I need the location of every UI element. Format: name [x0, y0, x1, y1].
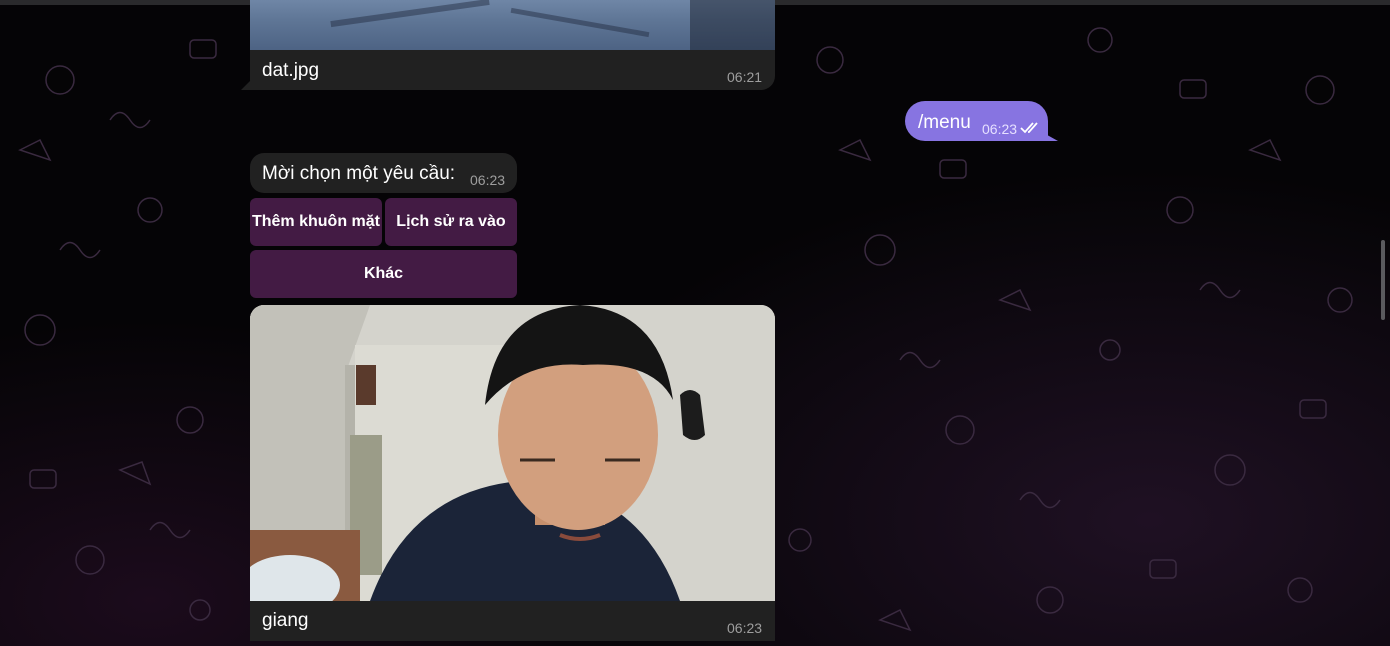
- photo-thumbnail[interactable]: [250, 305, 775, 601]
- message-time: 06:23: [470, 172, 506, 188]
- photo-caption-bubble: giang 06:23: [250, 601, 775, 641]
- incoming-bubble: Mời chọn một yêu cầu: 06:23: [250, 153, 517, 193]
- message-time: 06:21: [727, 69, 763, 85]
- double-check-icon: [1020, 122, 1038, 134]
- photo-caption: giang: [262, 610, 309, 631]
- message-time: 06:23: [982, 121, 1018, 137]
- photo-caption: dat.jpg: [262, 60, 320, 81]
- add-face-button[interactable]: Thêm khuôn mặt: [250, 198, 382, 246]
- message-text: /menu: [918, 112, 971, 133]
- message-time: 06:23: [727, 620, 763, 636]
- photo-caption-bubble: dat.jpg 06:21: [250, 50, 775, 90]
- photo-thumbnail[interactable]: [250, 0, 775, 50]
- outgoing-bubble: /menu 06:23: [905, 101, 1048, 141]
- scrollbar-thumb[interactable]: [1381, 240, 1385, 320]
- photo-detail: [690, 0, 775, 50]
- other-button[interactable]: Khác: [250, 250, 517, 298]
- bubble-tail: [241, 80, 251, 90]
- bubble-tail: [1040, 131, 1058, 141]
- photo-detail: [510, 7, 650, 38]
- photo-detail: [330, 0, 490, 28]
- access-history-button[interactable]: Lịch sử ra vào: [385, 198, 517, 246]
- photo-content: [250, 305, 775, 601]
- message-text: Mời chọn một yêu cầu:: [262, 163, 456, 184]
